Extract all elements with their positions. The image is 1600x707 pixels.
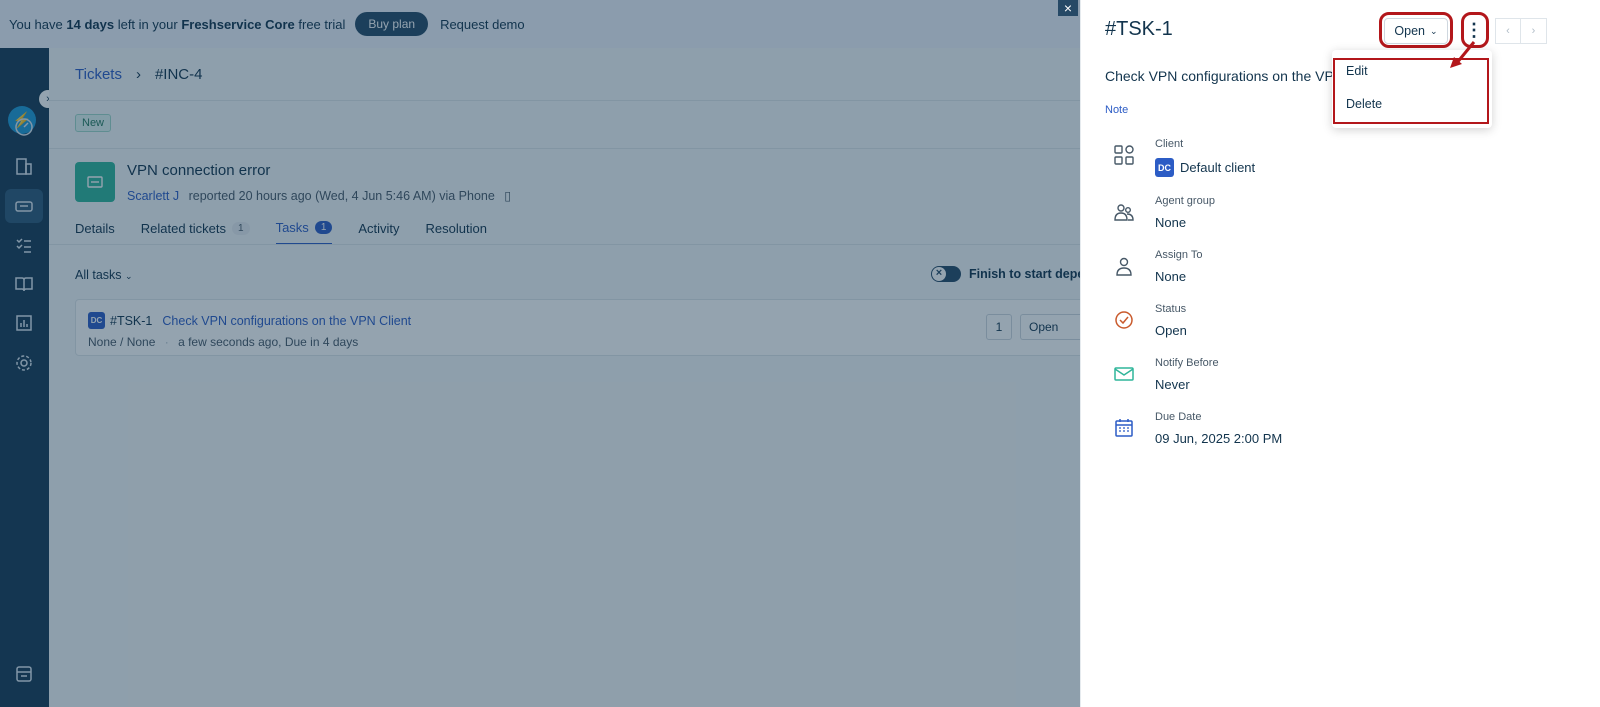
agent-group-icon	[1113, 201, 1135, 223]
field-label: Agent group	[1155, 195, 1215, 207]
user-icon	[1113, 255, 1135, 277]
mail-icon	[1113, 363, 1135, 385]
status-check-icon	[1113, 309, 1135, 331]
modal-overlay[interactable]	[0, 0, 1080, 707]
client-badge: DC	[1155, 158, 1174, 177]
field-value: None	[1155, 215, 1187, 230]
field-label: Notify Before	[1155, 357, 1219, 369]
status-highlight-box	[1379, 12, 1453, 48]
field-agent-group: Agent group None	[1105, 195, 1525, 245]
previous-chevron-icon[interactable]: ‹	[1495, 18, 1521, 44]
next-chevron-icon[interactable]: ›	[1521, 18, 1547, 44]
calendar-icon	[1113, 417, 1135, 439]
field-value: DC Default client	[1155, 158, 1255, 177]
pagination-buttons: ‹ ›	[1495, 18, 1547, 44]
client-value: Default client	[1180, 160, 1256, 175]
field-notify-before: Notify Before Never	[1105, 357, 1525, 407]
panel-subtitle: Check VPN configurations on the VP	[1105, 68, 1334, 84]
field-assign-to: Assign To None	[1105, 249, 1525, 299]
field-label: Assign To	[1155, 249, 1203, 261]
note-link[interactable]: Note	[1105, 104, 1128, 116]
field-status: Status Open	[1105, 303, 1525, 353]
field-due-date: Due Date 09 Jun, 2025 2:00 PM	[1105, 411, 1525, 461]
field-client: Client DC Default client	[1105, 138, 1525, 188]
field-value: Open	[1155, 323, 1187, 338]
grid-icon	[1113, 144, 1135, 166]
field-value: None	[1155, 269, 1187, 284]
field-label: Client	[1155, 138, 1184, 150]
field-value: Never	[1155, 377, 1190, 392]
panel-title: #TSK-1	[1105, 18, 1173, 40]
annotation-arrow-icon	[1450, 41, 1476, 68]
close-panel-icon[interactable]: ×	[1058, 0, 1078, 16]
field-value: 09 Jun, 2025 2:00 PM	[1155, 431, 1283, 446]
field-label: Status	[1155, 303, 1187, 315]
field-label: Due Date	[1155, 411, 1202, 423]
